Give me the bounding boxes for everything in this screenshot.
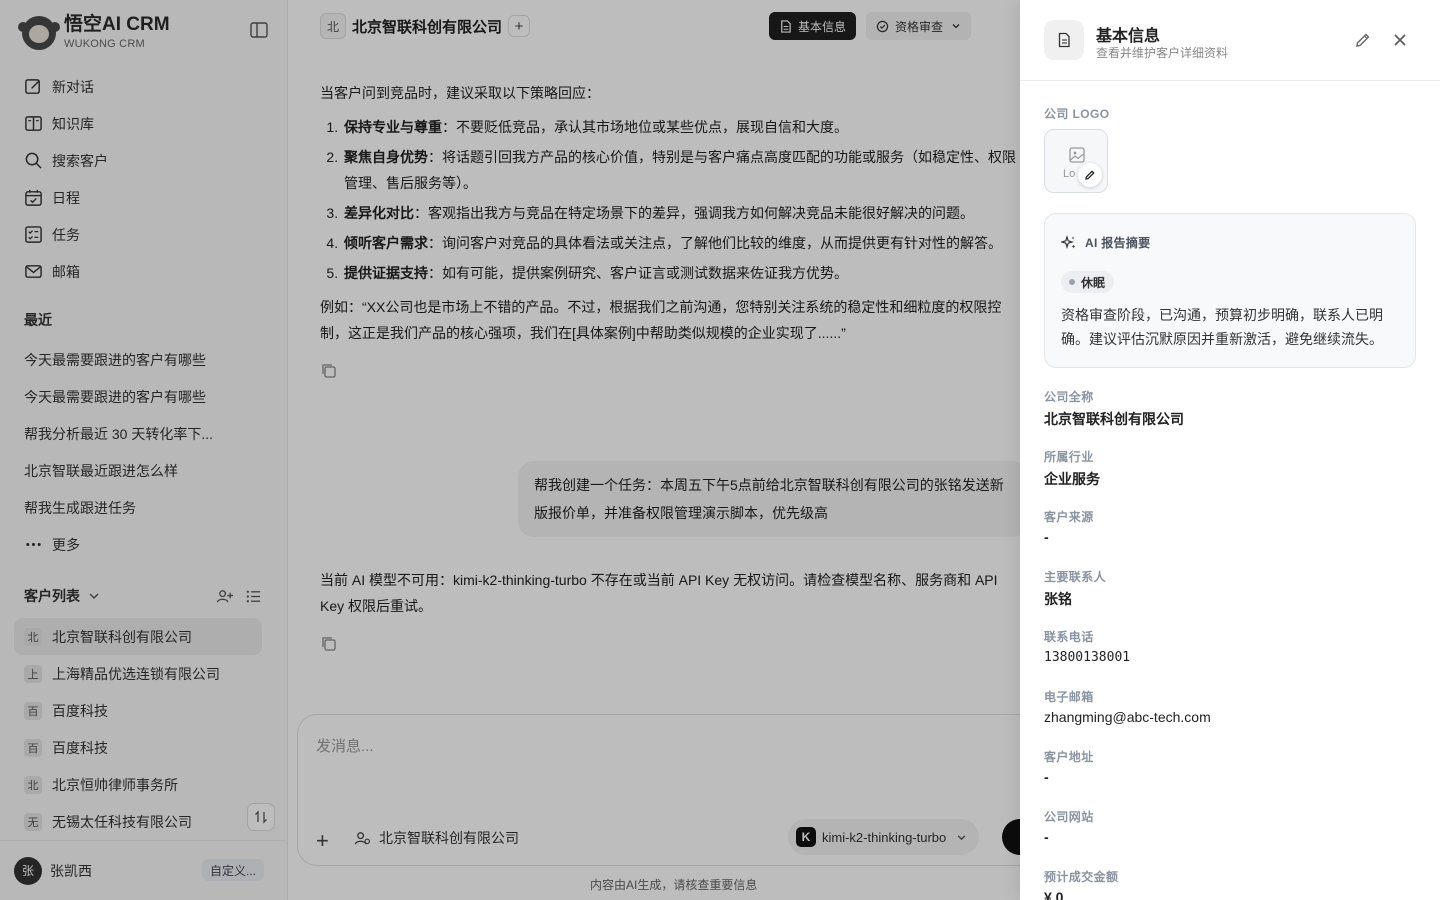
drawer-title: 基本信息 bbox=[1096, 28, 1161, 45]
ai-summary-text: 资格审查阶段，已沟通，预算初步明确，联系人已明确。建议评估沉默原因并重新激活，避… bbox=[1061, 307, 1383, 347]
field-label: 公司全称 bbox=[1044, 390, 1094, 404]
logo-label: 公司 LOGO bbox=[1044, 107, 1110, 121]
logo-placeholder: Lo bbox=[1063, 168, 1076, 180]
edit-logo-button[interactable] bbox=[1078, 163, 1102, 187]
close-icon[interactable] bbox=[1391, 31, 1409, 49]
logo-upload[interactable]: Lo bbox=[1044, 129, 1108, 193]
field-value: 13800138001 bbox=[1044, 650, 1131, 665]
drawer-subtitle: 查看并维护客户详细资料 bbox=[1096, 46, 1229, 60]
field-label: 客户地址 bbox=[1044, 750, 1094, 764]
field-label: 电子邮箱 bbox=[1044, 690, 1094, 704]
field-value: - bbox=[1044, 529, 1049, 545]
sparkle-icon bbox=[1061, 234, 1076, 249]
field-value: - bbox=[1044, 829, 1049, 845]
basic-info-drawer: 基本信息 查看并维护客户详细资料 公司 LOGO Lo AI 报告摘要 休眠 资… bbox=[1020, 0, 1440, 900]
field-label: 联系电话 bbox=[1044, 630, 1094, 644]
edit-icon[interactable] bbox=[1354, 31, 1372, 49]
ai-summary-card: AI 报告摘要 休眠 资格审查阶段，已沟通，预算初步明确，联系人已明确。建议评估… bbox=[1044, 213, 1416, 368]
ai-summary-header: AI 报告摘要 bbox=[1061, 234, 1150, 251]
image-icon bbox=[1069, 147, 1085, 163]
field-value: ¥ 0 bbox=[1044, 889, 1064, 900]
ai-summary-title: AI 报告摘要 bbox=[1085, 236, 1151, 250]
field-label: 客户来源 bbox=[1044, 510, 1094, 524]
field-label: 预计成交金额 bbox=[1044, 870, 1119, 884]
drawer-header: 基本信息 查看并维护客户详细资料 bbox=[1020, 0, 1440, 81]
status-badge: 休眠 bbox=[1061, 271, 1115, 293]
field-label: 所属行业 bbox=[1044, 450, 1094, 464]
field-value: - bbox=[1044, 769, 1049, 785]
document-icon bbox=[1044, 20, 1084, 60]
field-value: 张铭 bbox=[1044, 591, 1072, 607]
field-label: 公司网站 bbox=[1044, 810, 1094, 824]
field-value: zhangming@abc-tech.com bbox=[1044, 709, 1211, 725]
pencil-icon bbox=[1085, 170, 1095, 180]
field-value: 北京智联科创有限公司 bbox=[1044, 411, 1184, 427]
field-value: 企业服务 bbox=[1044, 471, 1100, 487]
status-text: 休眠 bbox=[1081, 275, 1106, 290]
field-label: 主要联系人 bbox=[1044, 570, 1107, 584]
